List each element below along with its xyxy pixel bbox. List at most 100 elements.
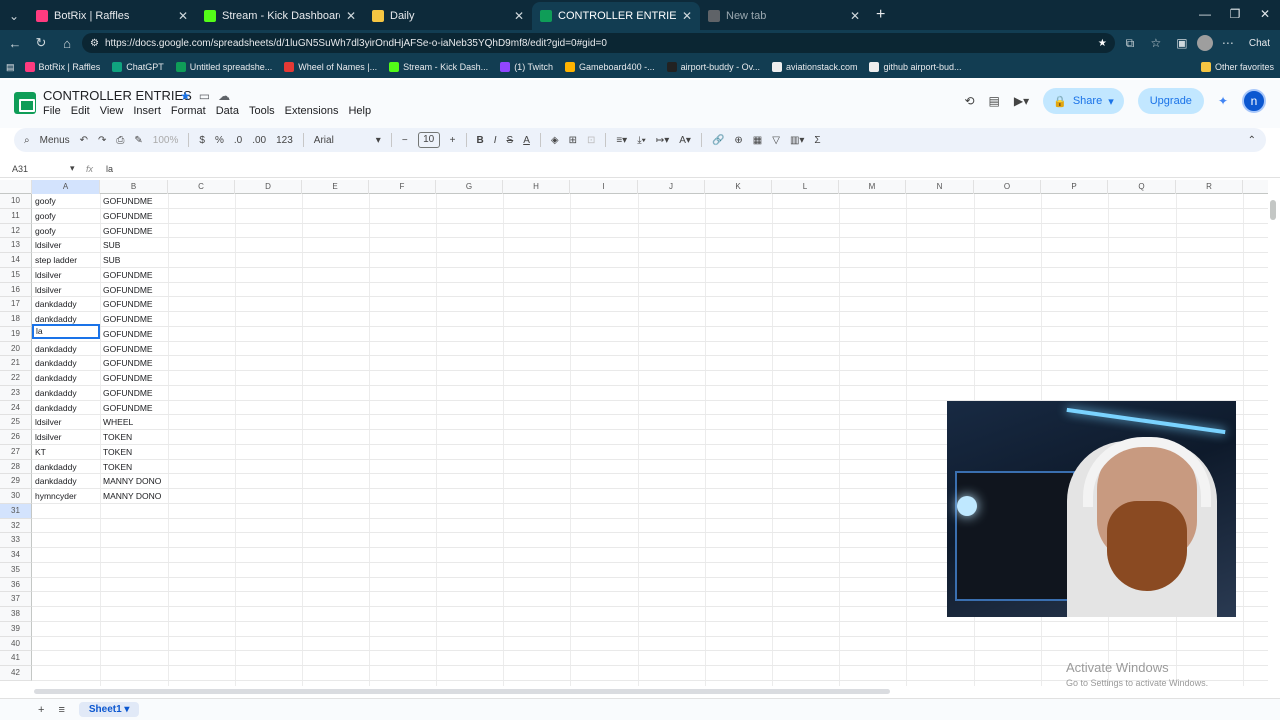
copilot-chat-button[interactable]: Chat xyxy=(1243,38,1276,49)
cell-b[interactable]: MANNY DONO xyxy=(100,474,167,489)
meet-icon[interactable]: ▶▾ xyxy=(1014,94,1029,108)
more-menu-icon[interactable]: ⋯ xyxy=(1217,36,1239,50)
cell-b[interactable]: GOFUNDME xyxy=(100,297,167,312)
tab-search-icon[interactable]: ⌄ xyxy=(0,2,28,30)
bookmark-item[interactable]: Untitled spreadshe... xyxy=(175,62,272,72)
formula-input[interactable]: la xyxy=(106,164,113,174)
row-header[interactable]: 30 xyxy=(0,489,32,504)
row-header[interactable]: 37 xyxy=(0,592,32,607)
menu-format[interactable]: Format xyxy=(171,105,206,117)
search-icon[interactable]: ⌕ xyxy=(24,135,30,146)
bookmark-item[interactable]: aviationstack.com xyxy=(771,62,857,72)
cell-b[interactable]: SUB xyxy=(100,238,167,253)
row-header[interactable]: 27 xyxy=(0,444,32,460)
row-header[interactable]: 11 xyxy=(0,208,32,224)
cell-a[interactable]: dankdaddy xyxy=(32,474,100,489)
zoom-select[interactable]: 100% xyxy=(153,135,179,146)
share-button[interactable]: 🔒 Share ▾ xyxy=(1043,88,1124,114)
column-header-j[interactable]: J xyxy=(638,180,705,194)
cell-b[interactable]: GOFUNDME xyxy=(100,371,167,386)
horizontal-align-icon[interactable]: ≡▾ xyxy=(616,135,627,146)
bookmark-item[interactable]: Stream - Kick Dash... xyxy=(389,62,488,72)
cell-a[interactable]: hymncyder xyxy=(32,489,100,504)
bookmark-item[interactable]: airport-buddy - Ov... xyxy=(666,62,760,72)
row-header[interactable]: 19 xyxy=(0,326,32,342)
horizontal-scrollbar[interactable] xyxy=(34,689,890,694)
row-header[interactable]: 40 xyxy=(0,636,32,652)
bookmark-item[interactable]: Gameboard400 -... xyxy=(565,62,655,72)
cell-a[interactable]: dankdaddy xyxy=(32,297,100,312)
add-sheet-icon[interactable]: + xyxy=(38,704,44,716)
column-header-h[interactable]: H xyxy=(503,180,570,194)
browser-tab[interactable]: New tab ✕ xyxy=(700,2,868,30)
column-header-l[interactable]: L xyxy=(772,180,839,194)
gemini-icon[interactable]: ✦ xyxy=(1218,94,1228,108)
bookmarks-menu-icon[interactable]: ▤ xyxy=(6,62,15,73)
home-icon[interactable]: ⌂ xyxy=(56,36,78,51)
borders-icon[interactable]: ⊞ xyxy=(569,135,577,146)
name-box[interactable]: A31 xyxy=(0,164,70,174)
cell-a[interactable]: dankdaddy xyxy=(32,371,100,386)
reload-icon[interactable]: ↻ xyxy=(30,35,52,51)
browser-tab[interactable]: CONTROLLER ENTRIES - Google S ✕ xyxy=(532,2,700,30)
menu-edit[interactable]: Edit xyxy=(71,105,90,117)
cell-a[interactable]: goofy xyxy=(32,209,100,224)
new-tab-button[interactable]: + xyxy=(868,6,893,30)
profile-avatar[interactable]: n xyxy=(1242,89,1266,113)
row-header[interactable]: 38 xyxy=(0,607,32,622)
cell-a[interactable]: ldsilver xyxy=(32,283,100,298)
vertical-align-icon[interactable]: ⤓▾ xyxy=(637,135,646,146)
bookmark-item[interactable]: Wheel of Names |... xyxy=(284,62,377,72)
row-header[interactable]: 17 xyxy=(0,297,32,312)
url-field[interactable]: ⚙ https://docs.google.com/spreadsheets/d… xyxy=(82,33,1115,53)
italic-icon[interactable]: I xyxy=(494,135,497,146)
print-icon[interactable]: ⎙ xyxy=(116,135,124,146)
row-header[interactable]: 16 xyxy=(0,282,32,298)
upgrade-button[interactable]: Upgrade xyxy=(1137,88,1204,114)
merge-cells-icon[interactable]: ⊡ xyxy=(587,135,595,146)
text-wrapping-icon[interactable]: ↦▾ xyxy=(656,135,669,146)
tab-close-icon[interactable]: ✕ xyxy=(514,9,524,23)
row-header[interactable]: 33 xyxy=(0,533,32,548)
increase-decimal-button[interactable]: .00 xyxy=(252,135,266,146)
tab-close-icon[interactable]: ✕ xyxy=(850,9,860,23)
cell-b[interactable]: GOFUNDME xyxy=(100,356,167,371)
bookmark-item[interactable]: BotRix | Raffles xyxy=(24,62,100,72)
decrease-decimal-button[interactable]: .0 xyxy=(234,135,242,146)
column-header-d[interactable]: D xyxy=(235,180,302,194)
restore-icon[interactable]: ❐ xyxy=(1220,0,1250,28)
browser-tab[interactable]: Daily ✕ xyxy=(364,2,532,30)
column-header-q[interactable]: Q xyxy=(1108,180,1176,194)
menu-help[interactable]: Help xyxy=(348,105,371,117)
star-icon[interactable]: ★ xyxy=(180,89,191,103)
cell-b[interactable]: GOFUNDME xyxy=(100,268,167,283)
column-header-p[interactable]: P xyxy=(1041,180,1108,194)
row-header[interactable]: 14 xyxy=(0,253,32,268)
cell-b[interactable]: GOFUNDME xyxy=(100,401,167,416)
cell-a[interactable]: dankdaddy xyxy=(32,342,100,357)
vertical-scrollbar[interactable] xyxy=(1270,200,1276,220)
bookmark-item[interactable]: ChatGPT xyxy=(112,62,164,72)
row-header[interactable]: 32 xyxy=(0,518,32,534)
cell-b[interactable]: GOFUNDME xyxy=(100,327,167,342)
cell-a[interactable]: ldsilver xyxy=(32,238,100,253)
comments-icon[interactable]: ▤ xyxy=(989,94,1000,108)
sheets-logo-icon[interactable] xyxy=(14,92,36,114)
row-header[interactable]: 15 xyxy=(0,267,32,283)
font-size-field[interactable]: 10 xyxy=(417,132,440,148)
column-header-i[interactable]: I xyxy=(570,180,638,194)
sheet-tab[interactable]: Sheet1 ▾ xyxy=(78,702,140,717)
move-folder-icon[interactable]: ▭ xyxy=(199,89,210,103)
more-formats-button[interactable]: 123 xyxy=(276,135,293,146)
row-header[interactable]: 22 xyxy=(0,371,32,386)
cell-a[interactable]: KT xyxy=(32,445,100,460)
all-sheets-icon[interactable]: ≡ xyxy=(58,704,64,716)
version-history-icon[interactable]: ⟲ xyxy=(964,94,974,108)
filter-icon[interactable]: ▽ xyxy=(772,135,780,146)
collections-icon[interactable]: ▣ xyxy=(1171,36,1193,50)
insert-chart-icon[interactable]: ▦ xyxy=(753,135,762,146)
row-header[interactable]: 29 xyxy=(0,474,32,489)
cell-b[interactable]: TOKEN xyxy=(100,460,167,475)
strikethrough-icon[interactable]: S xyxy=(507,135,514,146)
cell-a[interactable]: dankdaddy xyxy=(32,401,100,416)
